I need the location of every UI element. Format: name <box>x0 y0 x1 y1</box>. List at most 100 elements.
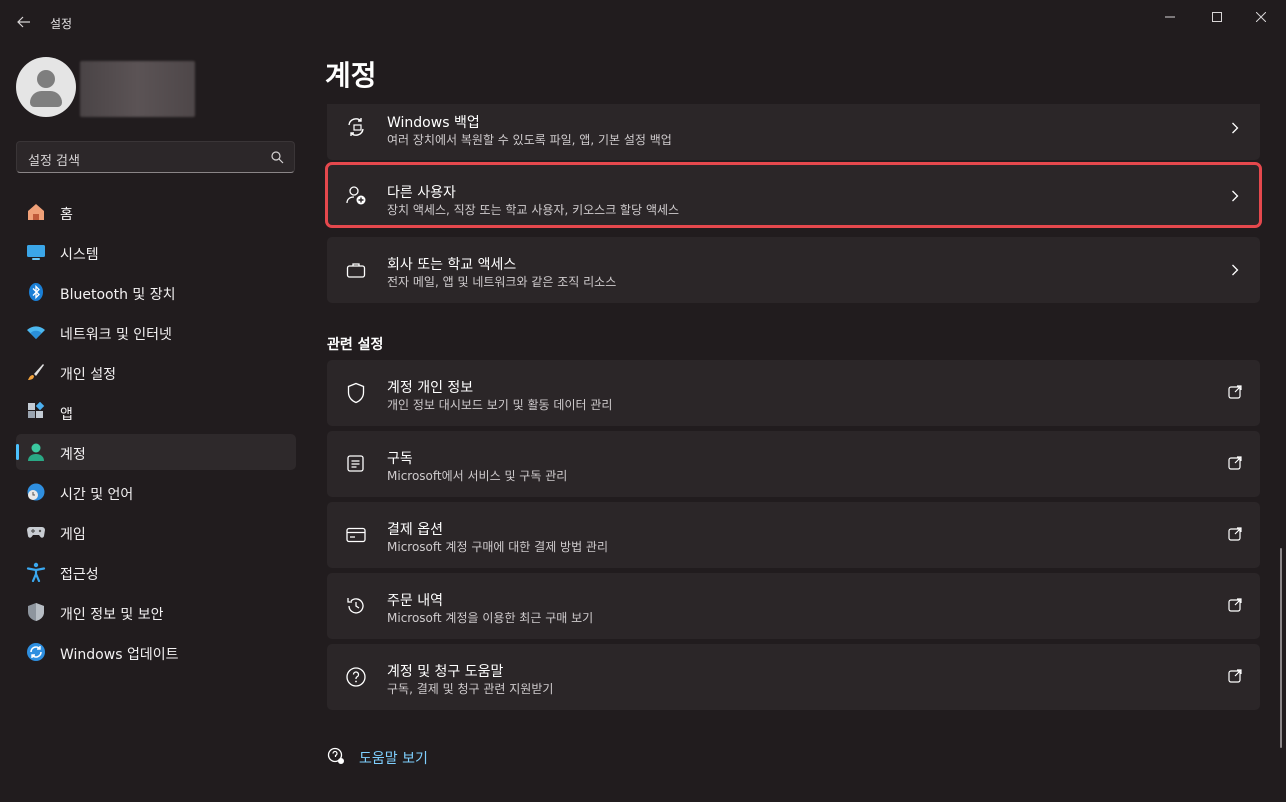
card-title: 주문 내역 <box>387 593 443 609</box>
sidebar-item-system[interactable]: 시스템 <box>16 234 296 270</box>
sidebar-item-accessibility[interactable]: 접근성 <box>16 554 296 590</box>
sidebar-item-personalization[interactable]: 개인 설정 <box>16 354 296 390</box>
chevron-right-icon <box>1228 121 1242 135</box>
help-chat-icon <box>327 747 345 769</box>
sidebar-item-accounts[interactable]: 계정 <box>16 434 296 470</box>
search-icon <box>271 151 284 164</box>
sidebar-item-privacy[interactable]: 개인 정보 및 보안 <box>16 594 296 630</box>
card-work-school-access[interactable]: 회사 또는 학교 액세스 전자 메일, 앱 및 네트워크와 같은 조직 리소스 <box>327 237 1260 303</box>
avatar[interactable] <box>16 57 76 117</box>
arrow-left-icon <box>17 16 30 28</box>
sidebar-item-gaming[interactable]: 게임 <box>16 514 296 550</box>
sidebar-nav: 홈 시스템 Bluetooth 및 장치 네트워크 및 인터넷 개인 설정 앱 … <box>16 194 296 674</box>
card-subtitle: 구독, 결제 및 청구 관련 지원받기 <box>387 682 554 696</box>
get-help-label: 도움말 보기 <box>359 751 428 767</box>
card-title: 계정 개인 정보 <box>387 380 474 396</box>
card-subtitle: 개인 정보 대시보드 보기 및 활동 데이터 관리 <box>387 398 613 412</box>
chevron-right-icon <box>1228 263 1242 277</box>
card-title: 계정 및 청구 도움말 <box>387 664 504 680</box>
briefcase-icon <box>345 259 367 281</box>
sidebar-item-label: 시스템 <box>60 247 99 263</box>
sidebar-item-label: 시간 및 언어 <box>60 487 134 503</box>
help-icon <box>345 666 367 688</box>
card-title: 결제 옵션 <box>387 522 443 538</box>
apps-icon <box>26 402 46 422</box>
card-other-users[interactable]: 다른 사용자 장치 액세스, 직장 또는 학교 사용자, 키오스크 할당 액세스 <box>325 162 1262 228</box>
page-title: 계정 <box>325 59 377 92</box>
add-user-icon <box>345 184 367 206</box>
card-title: 회사 또는 학교 액세스 <box>387 257 517 273</box>
sidebar-item-label: 계정 <box>60 447 86 463</box>
sidebar-item-time-language[interactable]: 시간 및 언어 <box>16 474 296 510</box>
minimize-icon <box>1165 16 1175 18</box>
title-bar: 설정 <box>0 0 1286 46</box>
sidebar-item-label: Windows 업데이트 <box>60 647 179 663</box>
shield-icon <box>26 602 46 622</box>
sidebar-item-label: 개인 설정 <box>60 367 116 383</box>
external-link-icon <box>1228 456 1242 470</box>
system-icon <box>26 242 46 262</box>
close-button[interactable] <box>1238 4 1284 30</box>
sidebar-item-label: 앱 <box>60 407 73 423</box>
card-subscriptions[interactable]: 구독 Microsoft에서 서비스 및 구독 관리 <box>327 431 1260 497</box>
credit-card-icon <box>345 524 367 546</box>
sidebar-item-label: 게임 <box>60 527 86 543</box>
card-windows-backup[interactable]: Windows 백업 여러 장치에서 복원할 수 있도록 파일, 앱, 기본 설… <box>327 104 1260 160</box>
sidebar-item-label: 네트워크 및 인터넷 <box>60 327 172 343</box>
card-title: 다른 사용자 <box>387 185 456 201</box>
shield-outline-icon <box>345 382 367 404</box>
app-title: 설정 <box>50 17 73 31</box>
back-button[interactable] <box>12 10 36 34</box>
sidebar-item-label: 개인 정보 및 보안 <box>60 607 164 623</box>
sidebar-item-bluetooth[interactable]: Bluetooth 및 장치 <box>16 274 296 310</box>
card-account-billing-help[interactable]: 계정 및 청구 도움말 구독, 결제 및 청구 관련 지원받기 <box>327 644 1260 710</box>
bluetooth-icon <box>26 282 46 302</box>
user-name-redacted <box>80 61 195 117</box>
chevron-right-icon <box>1228 189 1242 203</box>
sidebar-item-label: 홈 <box>60 207 73 223</box>
sidebar-item-home[interactable]: 홈 <box>16 194 296 230</box>
wifi-icon <box>26 322 46 342</box>
card-account-privacy[interactable]: 계정 개인 정보 개인 정보 대시보드 보기 및 활동 데이터 관리 <box>327 360 1260 426</box>
home-icon <box>26 202 46 222</box>
subscription-icon <box>345 453 367 475</box>
external-link-icon <box>1228 669 1242 683</box>
card-subtitle: Microsoft 계정 구매에 대한 결제 방법 관리 <box>387 540 609 554</box>
sidebar-item-network[interactable]: 네트워크 및 인터넷 <box>16 314 296 350</box>
maximize-icon <box>1212 12 1222 22</box>
card-subtitle: Microsoft 계정을 이용한 최근 구매 보기 <box>387 611 594 625</box>
update-icon <box>26 642 46 662</box>
brush-icon <box>26 362 46 382</box>
card-subtitle: 장치 액세스, 직장 또는 학교 사용자, 키오스크 할당 액세스 <box>387 203 680 217</box>
sidebar-item-apps[interactable]: 앱 <box>16 394 296 430</box>
card-subtitle: Microsoft에서 서비스 및 구독 관리 <box>387 469 568 483</box>
account-icon <box>26 442 46 462</box>
card-payment-options[interactable]: 결제 옵션 Microsoft 계정 구매에 대한 결제 방법 관리 <box>327 502 1260 568</box>
sidebar: 설정 검색 홈 시스템 Bluetooth 및 장치 네트워크 및 인터넷 개인… <box>0 46 310 802</box>
search-input[interactable]: 설정 검색 <box>16 141 295 173</box>
search-placeholder: 설정 검색 <box>28 154 80 169</box>
card-subtitle: 여러 장치에서 복원할 수 있도록 파일, 앱, 기본 설정 백업 <box>387 133 672 147</box>
sidebar-item-windows-update[interactable]: Windows 업데이트 <box>16 634 296 670</box>
related-settings-title: 관련 설정 <box>327 337 384 353</box>
globe-clock-icon <box>26 482 46 502</box>
backup-icon <box>345 116 367 138</box>
sidebar-item-label: 접근성 <box>60 567 99 583</box>
card-title: Windows 백업 <box>387 115 480 131</box>
maximize-button[interactable] <box>1194 4 1240 30</box>
card-title: 구독 <box>387 451 413 467</box>
scrollbar[interactable] <box>1280 548 1282 748</box>
external-link-icon <box>1228 527 1242 541</box>
external-link-icon <box>1228 385 1242 399</box>
history-icon <box>345 595 367 617</box>
sidebar-item-label: Bluetooth 및 장치 <box>60 287 176 303</box>
main-content: 계정 Windows 백업 여러 장치에서 복원할 수 있도록 파일, 앱, 기… <box>310 46 1286 802</box>
gamepad-icon <box>26 522 46 542</box>
card-subtitle: 전자 메일, 앱 및 네트워크와 같은 조직 리소스 <box>387 275 617 289</box>
external-link-icon <box>1228 598 1242 612</box>
avatar-body <box>30 91 62 107</box>
avatar-head <box>37 70 55 88</box>
card-order-history[interactable]: 주문 내역 Microsoft 계정을 이용한 최근 구매 보기 <box>327 573 1260 639</box>
accessibility-icon <box>26 562 46 582</box>
minimize-button[interactable] <box>1147 4 1193 30</box>
